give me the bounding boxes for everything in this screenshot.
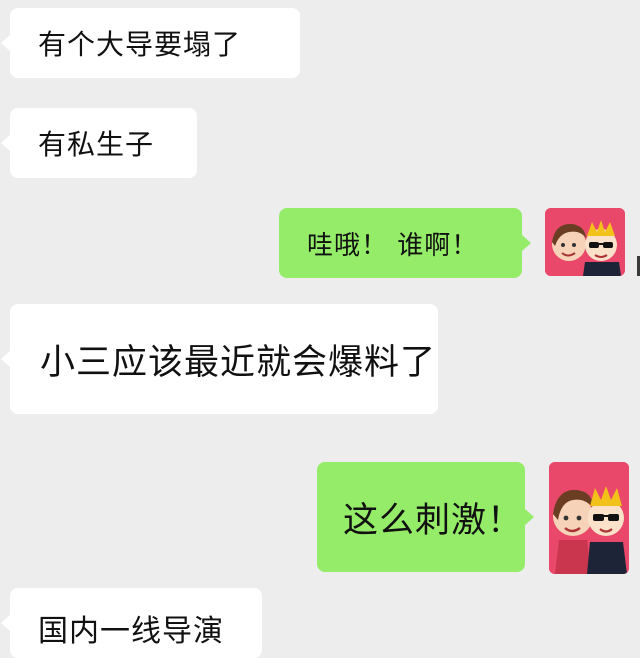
message-bubble-outgoing[interactable]: 这么刺激！ bbox=[317, 462, 534, 572]
user-avatar[interactable] bbox=[549, 462, 629, 574]
message-bubble-incoming[interactable]: 有个大导要塌了 bbox=[1, 8, 300, 78]
message-text: 国内一线导演 bbox=[38, 614, 224, 649]
message-bubble-incoming[interactable]: 小三应该最近就会爆料了 bbox=[1, 304, 438, 414]
message-bubble-incoming[interactable]: 国内一线导演 bbox=[1, 588, 262, 658]
message-bubble-outgoing[interactable]: 哇哦！ 谁啊！ bbox=[279, 208, 531, 278]
user-avatar[interactable] bbox=[545, 208, 625, 276]
message-bubble-incoming[interactable]: 有私生子 bbox=[1, 108, 197, 178]
message-text: 哇哦！ 谁啊！ bbox=[307, 230, 479, 261]
cartoon-couple-icon bbox=[549, 462, 629, 574]
message-text: 这么刺激！ bbox=[343, 500, 524, 541]
message-text: 有私生子 bbox=[38, 128, 155, 161]
message-text: 小三应该最近就会爆料了 bbox=[40, 342, 437, 383]
cartoon-couple-icon bbox=[545, 208, 625, 276]
message-text: 有个大导要塌了 bbox=[38, 28, 242, 61]
